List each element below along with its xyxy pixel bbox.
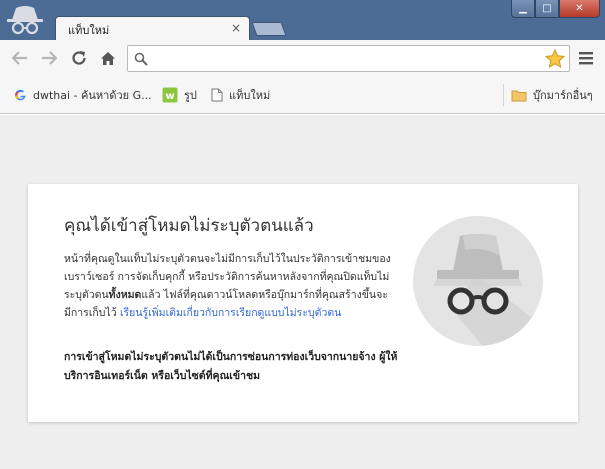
window-close-button[interactable]: ✕ bbox=[559, 0, 600, 18]
maximize-icon: □ bbox=[542, 2, 552, 14]
close-icon: ✕ bbox=[575, 2, 584, 14]
minimize-icon: ▁ bbox=[519, 2, 527, 14]
bookmark-star-icon[interactable] bbox=[545, 49, 565, 68]
learn-more-link[interactable]: เรียนรู้เพิ่มเติมเกี่ยวกับการเรียกดูแบบไ… bbox=[120, 307, 341, 319]
incognito-description: หน้าที่คุณดูในแท็บไม่ระบุตัวตนจะไม่มีการ… bbox=[64, 250, 394, 322]
toolbar bbox=[0, 40, 605, 76]
chrome-menu-button[interactable] bbox=[578, 50, 594, 66]
forward-button[interactable] bbox=[38, 48, 60, 68]
omnibox[interactable] bbox=[127, 45, 570, 72]
bookmark-label: รูป bbox=[184, 89, 197, 102]
bookmark-new-tab[interactable]: แท็บใหม่ bbox=[211, 86, 270, 104]
incognito-card: คุณได้เข้าสู่โหมดไม่ระบุตัวตนแล้ว หน้าที… bbox=[28, 184, 578, 422]
tab-close-icon[interactable]: × bbox=[231, 21, 241, 35]
incognito-spy-icon bbox=[413, 216, 543, 346]
incognito-logo-icon bbox=[7, 6, 43, 35]
google-icon bbox=[14, 89, 27, 102]
minimize-button[interactable]: ▁ bbox=[511, 0, 535, 18]
forward-arrow-icon bbox=[42, 51, 57, 65]
home-icon bbox=[101, 51, 115, 65]
maximize-button[interactable]: □ bbox=[535, 0, 559, 18]
other-bookmarks-button[interactable]: บุ๊กมาร์กอื่นๆ bbox=[511, 86, 593, 104]
bookmark-label: บุ๊กมาร์กอื่นๆ bbox=[533, 89, 593, 102]
web-icon: w bbox=[162, 87, 178, 103]
reload-icon bbox=[72, 51, 86, 65]
bookmark-label: แท็บใหม่ bbox=[229, 89, 271, 102]
tab-title: แท็บใหม่ bbox=[68, 24, 110, 37]
bookmarks-bar: dwthai - ค้นหาด้วย G... w รูป แท็บใหม่ บ… bbox=[0, 76, 605, 114]
svg-text:w: w bbox=[165, 91, 174, 102]
incognito-warning: การเข้าสู่โหมดไม่ระบุตัวตนไม่ได้เป็นการซ… bbox=[64, 351, 398, 382]
page-icon bbox=[211, 88, 223, 102]
hamburger-menu-icon bbox=[579, 52, 593, 65]
bookmarks-divider bbox=[503, 84, 504, 106]
back-button[interactable] bbox=[9, 48, 31, 68]
bookmark-dwthai[interactable]: dwthai - ค้นหาด้วย G... bbox=[14, 86, 152, 104]
home-button[interactable] bbox=[97, 48, 119, 68]
folder-icon bbox=[511, 89, 527, 102]
description-bold-text: ทั้งหมด bbox=[108, 289, 142, 301]
omnibox-input[interactable] bbox=[154, 49, 544, 68]
back-arrow-icon bbox=[12, 51, 27, 65]
reload-button[interactable] bbox=[68, 48, 90, 68]
page-content: คุณได้เข้าสู่โหมดไม่ระบุตัวตนแล้ว หน้าที… bbox=[0, 115, 605, 469]
tab-new-tab[interactable]: แท็บใหม่ × bbox=[55, 16, 250, 41]
bookmark-label: dwthai - ค้นหาด้วย G... bbox=[33, 89, 152, 102]
new-tab-button[interactable] bbox=[251, 22, 287, 36]
bookmark-images[interactable]: w รูป bbox=[162, 86, 197, 104]
incognito-title: คุณได้เข้าสู่โหมดไม่ระบุตัวตนแล้ว bbox=[64, 216, 314, 236]
search-icon bbox=[134, 52, 148, 66]
